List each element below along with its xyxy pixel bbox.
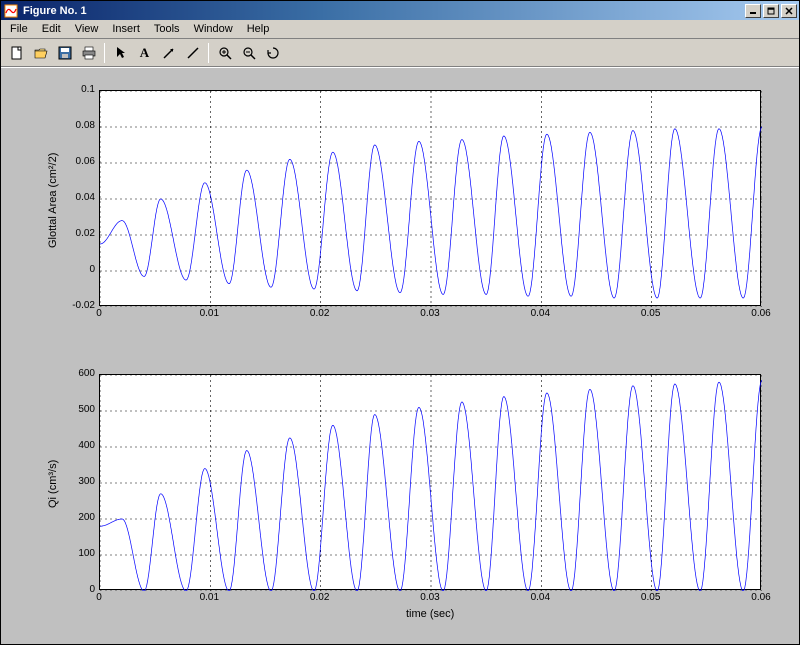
ytick-label: 0.02 xyxy=(59,228,95,239)
ytick-label: 400 xyxy=(59,440,95,451)
minimize-button[interactable] xyxy=(745,4,761,18)
ytick-label: 0.1 xyxy=(59,84,95,95)
axes-top[interactable] xyxy=(99,90,761,306)
arrow-annot-button[interactable] xyxy=(157,42,180,64)
ytick-label: 0.04 xyxy=(59,192,95,203)
open-icon xyxy=(33,45,49,61)
xtick-label: 0.03 xyxy=(415,592,445,603)
new-file-icon xyxy=(9,45,25,61)
line-tool-icon xyxy=(185,45,201,61)
toolbar-separator xyxy=(208,43,209,63)
zoom-in-button[interactable] xyxy=(213,42,236,64)
xtick-label: 0.04 xyxy=(525,592,555,603)
close-button[interactable] xyxy=(781,4,797,18)
ylabel-bottom: Qi (cm³/s) xyxy=(47,460,59,508)
menu-view[interactable]: View xyxy=(68,21,106,37)
xtick-label: 0.01 xyxy=(194,308,224,319)
zoom-in-icon xyxy=(217,45,233,61)
titlebar: Figure No. 1 xyxy=(1,1,799,20)
window-buttons xyxy=(745,4,797,18)
rotate-icon xyxy=(265,45,281,61)
xtick-label: 0.06 xyxy=(746,308,776,319)
ytick-label: 0 xyxy=(59,584,95,595)
axes-bottom[interactable] xyxy=(99,374,761,590)
figure-canvas[interactable]: Glottal Area (cm²/2) Qi (cm³/s) time (se… xyxy=(1,67,799,644)
print-icon xyxy=(81,45,97,61)
menu-edit[interactable]: Edit xyxy=(35,21,68,37)
ytick-label: -0.02 xyxy=(59,300,95,311)
arrow-icon xyxy=(113,45,129,61)
menu-tools[interactable]: Tools xyxy=(147,21,187,37)
rotate-button[interactable] xyxy=(261,42,284,64)
ytick-label: 300 xyxy=(59,476,95,487)
zoom-out-icon xyxy=(241,45,257,61)
zoom-out-button[interactable] xyxy=(237,42,260,64)
ytick-label: 0 xyxy=(59,264,95,275)
line-tool-button[interactable] xyxy=(181,42,204,64)
ytick-label: 500 xyxy=(59,404,95,415)
window-title: Figure No. 1 xyxy=(23,5,745,17)
menu-file[interactable]: File xyxy=(3,21,35,37)
save-button[interactable] xyxy=(53,42,76,64)
xlabel-bottom: time (sec) xyxy=(406,608,454,620)
menu-insert[interactable]: Insert xyxy=(105,21,147,37)
ytick-label: 0.06 xyxy=(59,156,95,167)
text-tool-button[interactable]: A xyxy=(133,42,156,64)
xtick-label: 0.04 xyxy=(525,308,555,319)
menubar: File Edit View Insert Tools Window Help xyxy=(1,20,799,39)
xtick-label: 0.02 xyxy=(305,592,335,603)
ytick-label: 600 xyxy=(59,368,95,379)
xtick-label: 0.02 xyxy=(305,308,335,319)
menu-help[interactable]: Help xyxy=(240,21,277,37)
menu-window[interactable]: Window xyxy=(187,21,240,37)
select-tool-button[interactable] xyxy=(109,42,132,64)
arrow-annot-icon xyxy=(161,45,177,61)
print-button[interactable] xyxy=(77,42,100,64)
xtick-label: 0.05 xyxy=(636,308,666,319)
xtick-label: 0.03 xyxy=(415,308,445,319)
xtick-label: 0.05 xyxy=(636,592,666,603)
open-button[interactable] xyxy=(29,42,52,64)
text-tool-icon: A xyxy=(140,45,149,61)
new-file-button[interactable] xyxy=(5,42,28,64)
toolbar: A xyxy=(1,39,799,67)
ylabel-top: Glottal Area (cm²/2) xyxy=(47,153,59,248)
maximize-button[interactable] xyxy=(763,4,779,18)
ytick-label: 100 xyxy=(59,548,95,559)
figure-window: Figure No. 1 File Edit View Insert Tools… xyxy=(0,0,800,645)
ytick-label: 200 xyxy=(59,512,95,523)
toolbar-separator xyxy=(104,43,105,63)
app-icon xyxy=(3,3,19,19)
ytick-label: 0.08 xyxy=(59,120,95,131)
xtick-label: 0.01 xyxy=(194,592,224,603)
xtick-label: 0.06 xyxy=(746,592,776,603)
save-icon xyxy=(57,45,73,61)
